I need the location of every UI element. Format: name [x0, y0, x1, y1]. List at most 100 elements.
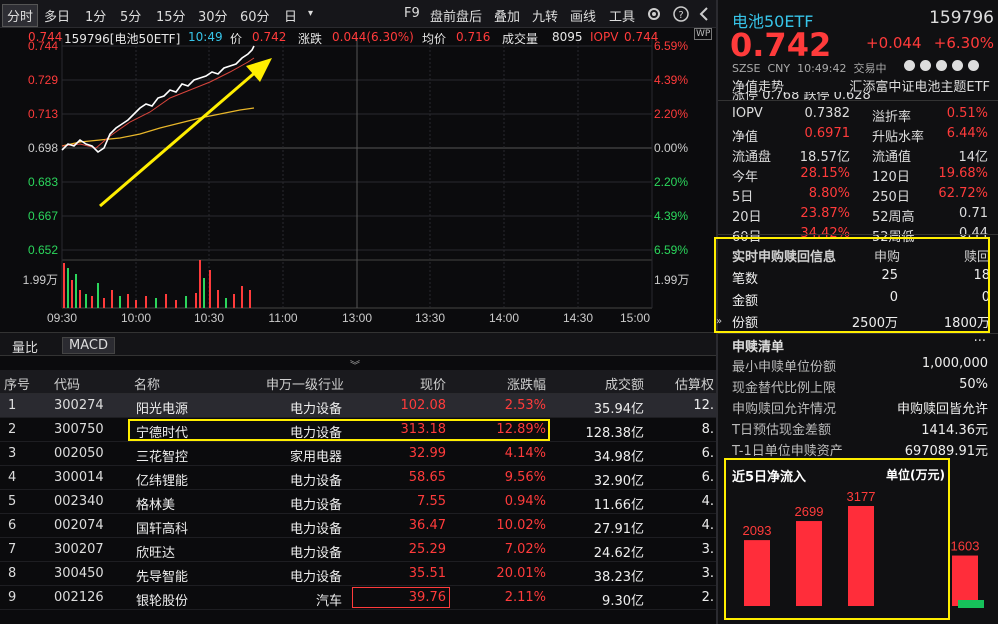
list-row: T日预估现金差额1414.36元 [732, 417, 990, 437]
chart-toolbar: 分时 多日 1分 5分 15分 30分 60分 日 ▾ F9 盘前盘后 叠加 九… [0, 0, 716, 28]
tab-30min[interactable]: 30分 [198, 6, 228, 25]
tab-multiday[interactable]: 多日 [44, 6, 70, 25]
y-tick: 0.667 [28, 209, 58, 223]
share-icon[interactable] [952, 60, 963, 71]
time-tick: 10:00 [121, 311, 151, 325]
alert-icon[interactable] [936, 60, 947, 71]
iopv-line [62, 58, 254, 148]
row-code: 300450 [54, 566, 104, 581]
row-turnover: 9.30亿 [602, 590, 644, 609]
tab-volume-ratio[interactable]: 量比 [12, 337, 38, 356]
stat-row: IOPV0.7382溢折率0.51% [732, 104, 990, 124]
help-icon[interactable]: ? [673, 6, 689, 22]
row-change: 20.01% [496, 566, 546, 581]
f9-button[interactable]: F9 [404, 6, 420, 21]
exchange-line: SZSE CNY 10:49:42 交易中 [732, 60, 887, 76]
gear-icon[interactable] [646, 6, 662, 22]
stat-cell: 14亿 [958, 146, 988, 165]
change-value: 0.044(6.30%) [332, 30, 414, 44]
more-icon[interactable] [968, 60, 979, 71]
tab-60min[interactable]: 60分 [240, 6, 270, 25]
holdings-table: 序号 代码 名称 申万一级行业 现价 涨跌幅 成交额 估算权 1300274阳光… [0, 370, 716, 610]
row-name: 亿纬锂能 [136, 470, 188, 489]
tab-1min[interactable]: 1分 [85, 6, 106, 25]
vol-tick: 1.99万 [23, 273, 58, 287]
row-index: 3 [8, 446, 16, 461]
col-header[interactable]: 估算权 [675, 374, 714, 393]
prepost-button[interactable]: 盘前盘后 [430, 6, 482, 25]
table-row[interactable]: 8300450先导智能电力设备35.5120.01%38.23亿3. [0, 562, 716, 586]
tab-5min[interactable]: 5分 [120, 6, 141, 25]
stat-cell: 19.68% [938, 166, 988, 181]
row-name: 国轩高科 [136, 518, 188, 537]
col-header[interactable]: 申万一级行业 [266, 374, 344, 393]
col-header[interactable]: 序号 [4, 374, 30, 393]
pct-tick: 4.39% [654, 209, 688, 223]
stat-row: 5日8.80%250日62.72% [732, 184, 990, 204]
pct-tick: 4.39% [654, 73, 688, 87]
col-header[interactable]: 现价 [420, 374, 446, 393]
table-row[interactable]: 3002050三花智控家用电器32.994.14%34.98亿6. [0, 442, 716, 466]
table-row[interactable]: 4300014亿纬锂能电力设备58.659.56%32.90亿6. [0, 466, 716, 490]
vol-tick: 1.99万 [654, 273, 689, 287]
row-name: 先导智能 [136, 566, 188, 585]
table-row[interactable]: 7300207欣旺达电力设备25.297.02%24.62亿3. [0, 538, 716, 562]
plus-icon[interactable] [904, 60, 915, 71]
expand-icon[interactable]: » [716, 316, 722, 327]
row-code: 002074 [54, 518, 104, 533]
row-code: 300207 [54, 542, 104, 557]
divider [718, 100, 998, 101]
list-more-button[interactable]: ··· [974, 334, 986, 349]
currency: CNY [767, 62, 790, 75]
row-weight: 8. [702, 422, 714, 437]
stat-cell: 6.44% [947, 126, 988, 141]
overlay-button[interactable]: 叠加 [494, 6, 520, 25]
row-index: 2 [8, 422, 16, 437]
table-row[interactable]: 5002340格林美电力设备7.550.94%11.66亿4. [0, 490, 716, 514]
flow-bar [952, 556, 978, 606]
back-icon[interactable] [698, 7, 710, 21]
wp-badge[interactable]: WP [694, 28, 712, 40]
row-industry: 电力设备 [290, 566, 342, 585]
tab-daily[interactable]: 日 [284, 6, 297, 25]
table-row[interactable]: 1300274阳光电源电力设备102.082.53%35.94亿12. [0, 394, 716, 418]
stat-cell: 0.51% [947, 106, 988, 121]
row-weight: 6. [702, 470, 714, 485]
row-name: 欣旺达 [136, 542, 175, 561]
draw-button[interactable]: 画线 [570, 6, 596, 25]
col-header[interactable]: 涨跌幅 [507, 374, 546, 393]
row-index: 6 [8, 518, 16, 533]
tools-button[interactable]: 工具 [609, 6, 635, 25]
row-index: 4 [8, 470, 16, 485]
tab-macd[interactable]: MACD [62, 337, 115, 354]
time-tick: 13:30 [415, 311, 445, 325]
chevron-down-icon[interactable]: ▾ [308, 8, 313, 19]
pct-tick: 2.20% [654, 107, 688, 121]
stat-row: 20日23.87%52周高0.71 [732, 204, 990, 224]
exchange: SZSE [732, 62, 760, 75]
row-name: 银轮股份 [136, 590, 188, 609]
col-header[interactable]: 名称 [134, 374, 160, 393]
tab-15min[interactable]: 15分 [156, 6, 186, 25]
stat-cell: 250日 [872, 186, 910, 205]
list-title: 申赎清单 [732, 336, 784, 355]
table-row[interactable]: 6002074国轩高科电力设备36.4710.02%27.91亿4. [0, 514, 716, 538]
col-header[interactable]: 代码 [54, 374, 80, 393]
stat-cell: 62.72% [938, 186, 988, 201]
chart-icon[interactable] [920, 60, 931, 71]
price-label: 价 [230, 30, 242, 47]
tab-intraday[interactable]: 分时 [2, 4, 38, 27]
row-industry: 电力设备 [290, 542, 342, 561]
stat-row: 流通盘18.57亿流通值14亿 [732, 144, 990, 164]
stat-cell: 流通值 [872, 146, 911, 165]
main-panel: 分时 多日 1分 5分 15分 30分 60分 日 ▾ F9 盘前盘后 叠加 九… [0, 0, 716, 624]
nine-turn-button[interactable]: 九转 [532, 6, 558, 25]
stat-cell: 23.87% [800, 206, 850, 221]
flow-label: 2699 [795, 504, 824, 519]
col-header[interactable]: 成交额 [605, 374, 644, 393]
list-cell: 现金替代比例上限 [732, 377, 836, 396]
row-index: 5 [8, 494, 16, 509]
intraday-chart[interactable]: 0.744 0.729 0.713 0.698 0.683 0.667 0.65… [0, 28, 716, 328]
table-row[interactable]: 9002126银轮股份汽车39.762.11%9.30亿2. [0, 586, 716, 610]
flow-label: 2093 [743, 523, 772, 538]
